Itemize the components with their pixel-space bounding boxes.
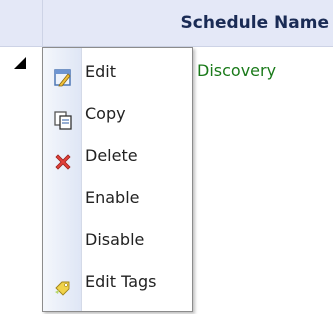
header-expand-cell [0, 0, 43, 46]
grid-header: Schedule Name [0, 0, 333, 47]
menu-item-label: Edit [85, 62, 116, 81]
menu-item-label: Disable [85, 230, 145, 249]
row-expand-arrow-icon[interactable] [14, 57, 26, 69]
menu-item-label: Edit Tags [85, 272, 157, 291]
menu-item-label: Copy [85, 104, 126, 123]
menu-item-edit[interactable]: Edit [43, 51, 192, 93]
menu-item-delete[interactable]: Delete [43, 135, 192, 177]
menu-item-enable[interactable]: Enable [43, 177, 192, 219]
menu-item-copy[interactable]: Copy [43, 93, 192, 135]
menu-item-edit-tags[interactable]: Edit Tags [43, 261, 192, 303]
tag-icon [53, 272, 73, 296]
copy-icon [53, 104, 73, 130]
menu-item-label: Delete [85, 146, 138, 165]
context-menu: Edit Copy Delete Enable Disable Edit Tag… [42, 47, 193, 312]
edit-icon [53, 62, 73, 87]
schedule-name-cell[interactable]: Discovery [197, 47, 276, 95]
menu-item-disable[interactable]: Disable [43, 219, 192, 261]
menu-item-label: Enable [85, 188, 140, 207]
delete-icon [53, 146, 73, 170]
column-header-schedule-name[interactable]: Schedule Name [181, 0, 329, 46]
